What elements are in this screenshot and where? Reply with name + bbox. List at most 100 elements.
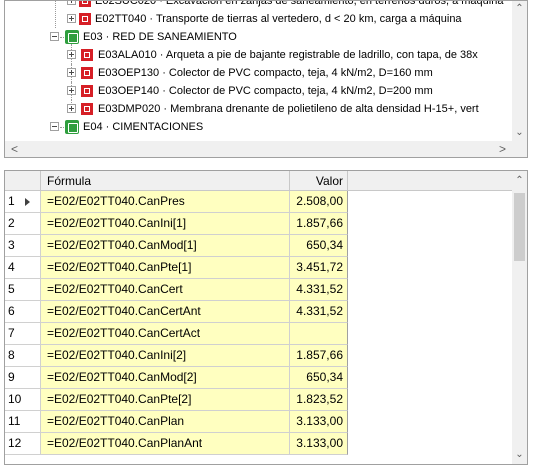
expand-icon[interactable] (67, 68, 76, 77)
chapter-icon (65, 120, 79, 134)
tree-item-label: E03DMP020 · Membrana drenante de polieti… (98, 103, 479, 115)
empty-area (348, 367, 513, 389)
table-row[interactable]: 5 =E02/E02TT040.CanCert 4.331,52 (5, 279, 513, 301)
tree-vertical-scrollbar[interactable]: ⌃ ⌄ (512, 1, 527, 141)
scroll-right-arrow-icon[interactable]: > (495, 141, 510, 157)
tree-chapter-e04[interactable]: E04 · CIMENTACIONES (5, 118, 513, 136)
row-number[interactable]: 6 (5, 301, 41, 323)
tree-item-e02tt040[interactable]: E02TT040 · Transporte de tierras al vert… (5, 1, 513, 28)
collapse-icon[interactable] (50, 122, 59, 131)
chapter-icon (65, 30, 79, 44)
value-cell[interactable]: 3.451,72 (290, 257, 348, 279)
row-number[interactable]: 5 (5, 279, 41, 301)
formula-cell[interactable]: =E02/E02TT040.CanPres (41, 191, 290, 213)
table-row[interactable]: 6 =E02/E02TT040.CanCertAnt 4.331,52 (5, 301, 513, 323)
formula-cell[interactable]: =E02/E02TT040.CanPte[1] (41, 257, 290, 279)
value-cell[interactable]: 4.331,52 (290, 301, 348, 323)
item-icon (79, 13, 91, 25)
row-number[interactable]: 9 (5, 367, 41, 389)
expand-icon[interactable] (67, 14, 76, 23)
row-number[interactable]: 8 (5, 345, 41, 367)
row-number[interactable]: 10 (5, 389, 41, 411)
tree-item-e03ala010[interactable]: E03ALA010 · Arqueta a pie de bajante reg… (5, 44, 513, 64)
value-cell[interactable]: 650,34 (290, 235, 348, 257)
row-number[interactable]: 4 (5, 257, 41, 279)
empty-area (348, 257, 513, 279)
value-cell[interactable]: 3.133,00 (290, 411, 348, 433)
formula-cell[interactable]: =E02/E02TT040.CanPlanAnt (41, 433, 290, 455)
grid-vertical-scrollbar[interactable]: ⌃ ⌄ (512, 171, 527, 464)
formula-cell[interactable]: =E02/E02TT040.CanMod[1] (41, 235, 290, 257)
scrollbar-corner (512, 141, 527, 157)
empty-area (348, 301, 513, 323)
scroll-left-arrow-icon[interactable]: < (7, 141, 22, 157)
tree-item-label: E03OEP130 · Colector de PVC compacto, te… (98, 67, 433, 79)
value-cell[interactable]: 1.823,52 (290, 389, 348, 411)
table-row[interactable]: 3 =E02/E02TT040.CanMod[1] 650,34 (5, 235, 513, 257)
scroll-up-arrow-icon[interactable]: ⌃ (512, 1, 527, 17)
formula-cell[interactable]: =E02/E02TT040.CanPlan (41, 411, 290, 433)
expand-icon[interactable] (67, 1, 76, 5)
row-number-header (5, 171, 41, 191)
tree-item-e03oep140[interactable]: E03OEP140 · Colector de PVC compacto, te… (5, 82, 513, 100)
value-cell[interactable]: 1.857,66 (290, 345, 348, 367)
row-number[interactable]: 3 (5, 235, 41, 257)
tree-item-e03dmp020[interactable]: E03DMP020 · Membrana drenante de polieti… (5, 100, 513, 118)
table-row[interactable]: 1 =E02/E02TT040.CanPres 2.508,00 (5, 191, 513, 213)
empty-area (348, 279, 513, 301)
scroll-down-arrow-icon[interactable]: ⌄ (512, 125, 527, 141)
row-number[interactable]: 2 (5, 213, 41, 235)
row-number[interactable]: 11 (5, 411, 41, 433)
budget-tree[interactable]: E02SUC020 · Excavación en zanjas de sane… (5, 1, 513, 141)
scroll-down-arrow-icon[interactable]: ⌄ (512, 447, 527, 463)
formula-cell[interactable]: =E02/E02TT040.CanIni[1] (41, 213, 290, 235)
formula-column-header[interactable]: Fórmula (41, 171, 290, 191)
tree-item-e02suc020[interactable]: E02SUC020 · Excavación en zanjas de sane… (5, 1, 513, 10)
value-cell[interactable]: 3.133,00 (290, 433, 348, 455)
table-row[interactable]: 7 =E02/E02TT040.CanCertAct (5, 323, 513, 345)
formula-cell[interactable]: =E02/E02TT040.CanCertAnt (41, 301, 290, 323)
formula-grid[interactable]: Fórmula Valor 1 =E02/E02TT040.CanPres 2.50… (4, 170, 528, 465)
table-row[interactable]: 10 =E02/E02TT040.CanPte[2] 1.823,52 (5, 389, 513, 411)
formula-cell[interactable]: =E02/E02TT040.CanMod[2] (41, 367, 290, 389)
expand-icon[interactable] (67, 86, 76, 95)
table-row[interactable]: 4 =E02/E02TT040.CanPte[1] 3.451,72 (5, 257, 513, 279)
scroll-up-arrow-icon[interactable]: ⌃ (512, 173, 527, 189)
expand-icon[interactable] (67, 104, 76, 113)
tree-item-label: E02TT040 · Transporte de tierras al vert… (95, 13, 462, 25)
value-cell[interactable]: 2.508,00 (290, 191, 348, 213)
value-cell[interactable]: 4.331,52 (290, 279, 348, 301)
table-row[interactable]: 8 =E02/E02TT040.CanIni[2] 1.857,66 (5, 345, 513, 367)
value-cell[interactable] (290, 323, 348, 345)
tree-item-e03oep130[interactable]: E03OEP130 · Colector de PVC compacto, te… (5, 64, 513, 82)
empty-area (348, 433, 513, 455)
empty-area (348, 213, 513, 235)
table-row[interactable]: 2 =E02/E02TT040.CanIni[1] 1.857,66 (5, 213, 513, 235)
formula-cell[interactable]: =E02/E02TT040.CanIni[2] (41, 345, 290, 367)
item-icon (81, 85, 93, 97)
row-number[interactable]: 7 (5, 323, 41, 345)
row-number[interactable]: 12 (5, 433, 41, 455)
current-row-pointer-icon (25, 198, 30, 206)
tree-item-label: E03ALA010 · Arqueta a pie de bajante reg… (98, 49, 478, 61)
formula-cell[interactable]: =E02/E02TT040.CanPte[2] (41, 389, 290, 411)
tree-item-label: E02SUC020 · Excavación en zanjas de sane… (95, 1, 504, 7)
collapse-icon[interactable] (50, 32, 59, 41)
empty-area (348, 345, 513, 367)
value-column-header[interactable]: Valor (290, 171, 348, 191)
empty-area (348, 323, 513, 345)
table-row[interactable]: 12 =E02/E02TT040.CanPlanAnt 3.133,00 (5, 433, 513, 455)
formula-cell[interactable]: =E02/E02TT040.CanCertAct (41, 323, 290, 345)
formula-cell[interactable]: =E02/E02TT040.CanCert (41, 279, 290, 301)
value-cell[interactable]: 650,34 (290, 367, 348, 389)
table-row[interactable]: 11 =E02/E02TT040.CanPlan 3.133,00 (5, 411, 513, 433)
tree-horizontal-scrollbar[interactable]: < > (5, 141, 513, 157)
table-row[interactable]: 9 =E02/E02TT040.CanMod[2] 650,34 (5, 367, 513, 389)
scrollbar-thumb[interactable] (514, 193, 525, 261)
tree-chapter-e03[interactable]: E03 · RED DE SANEAMIENTO (5, 28, 513, 46)
expand-icon[interactable] (67, 50, 76, 59)
value-cell[interactable]: 1.857,66 (290, 213, 348, 235)
row-number[interactable]: 1 (5, 191, 41, 213)
budget-tree-panel[interactable]: E02SUC020 · Excavación en zanjas de sane… (4, 0, 528, 158)
tree-line (55, 1, 56, 28)
